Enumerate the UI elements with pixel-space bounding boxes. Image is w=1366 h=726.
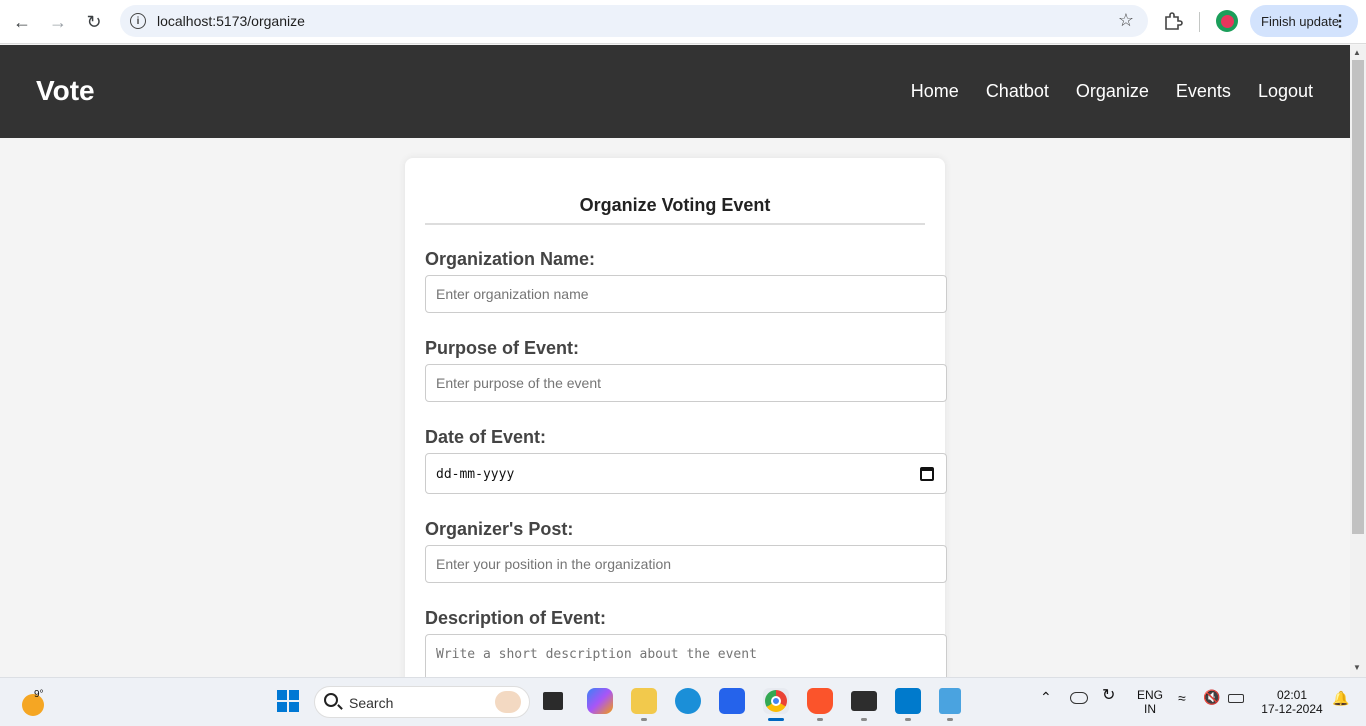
chrome-active-indicator	[768, 718, 784, 721]
brave-running-indicator	[817, 718, 823, 721]
file-explorer-icon[interactable]	[631, 688, 657, 714]
form-title: Organize Voting Event	[425, 195, 925, 225]
windows-taskbar: 9° Search ⌃ ↻ ENG IN ≈ 🔇 02:01 17-12-202…	[0, 677, 1366, 726]
task-view-icon[interactable]	[543, 692, 563, 710]
nav-link-logout[interactable]: Logout	[1258, 81, 1313, 102]
post-label: Organizer's Post:	[425, 519, 574, 539]
finish-update-label: Finish update	[1261, 13, 1340, 29]
address-bar[interactable]: i localhost:5173/organize ☆	[120, 5, 1148, 37]
terminal-running-indicator	[861, 718, 867, 721]
scrollbar-thumb[interactable]	[1352, 60, 1364, 534]
chrome-center-icon	[771, 696, 781, 706]
chrome-active-tile[interactable]	[763, 688, 789, 714]
finish-update-button[interactable]: Finish update ⋮	[1250, 5, 1358, 37]
language-indicator[interactable]: ENG IN	[1136, 688, 1164, 716]
profile-avatar[interactable]	[1216, 10, 1238, 32]
post-input[interactable]	[425, 545, 947, 583]
scroll-up-arrow-icon[interactable]: ▲	[1353, 48, 1361, 57]
search-highlight-icon	[495, 691, 521, 713]
tray-overflow-chevron-icon[interactable]: ⌃	[1040, 690, 1052, 704]
notepad-running-indicator	[947, 718, 953, 721]
nav-menu: Home Chatbot Organize Events Logout	[884, 81, 1313, 102]
nav-link-organize[interactable]: Organize	[1076, 81, 1149, 102]
scroll-down-arrow-icon[interactable]: ▼	[1353, 663, 1361, 672]
more-menu-icon[interactable]: ⋮	[1332, 11, 1348, 31]
vscode-icon[interactable]	[895, 688, 921, 714]
clock[interactable]: 02:01 17-12-2024	[1258, 688, 1326, 716]
explorer-running-indicator	[641, 718, 647, 721]
language-code: ENG	[1136, 688, 1163, 702]
notepad-icon[interactable]	[939, 688, 961, 714]
date-label: Date of Event:	[425, 427, 547, 447]
organize-form-card: Organize Voting Event Organization Name:…	[405, 158, 947, 704]
store-icon[interactable]	[719, 688, 745, 714]
edge-browser-icon[interactable]	[675, 688, 701, 714]
app-navbar: Vote Home Chatbot Organize Events Logout	[0, 45, 1350, 138]
extensions-puzzle-icon[interactable]	[1162, 10, 1184, 32]
org-name-input[interactable]	[425, 275, 947, 313]
language-region: IN	[1144, 702, 1156, 716]
org-name-label: Organization Name:	[425, 249, 596, 269]
wifi-icon[interactable]: ≈	[1178, 691, 1186, 705]
taskbar-search-label: Search	[349, 695, 394, 711]
vscode-running-indicator	[905, 718, 911, 721]
sync-update-icon[interactable]: ↻	[1102, 688, 1115, 704]
clock-time: 02:01	[1276, 688, 1308, 702]
site-info-icon[interactable]: i	[130, 13, 146, 29]
copilot-icon[interactable]	[587, 688, 613, 714]
toolbar-divider	[1199, 12, 1200, 32]
description-label: Description of Event:	[425, 608, 607, 628]
nav-link-events[interactable]: Events	[1176, 81, 1231, 102]
back-arrow-icon[interactable]: ←	[8, 8, 36, 36]
date-placeholder: dd-mm-yyyy	[436, 467, 515, 482]
brand-logo[interactable]: Vote	[36, 75, 95, 107]
weather-temperature: 9°	[34, 689, 44, 700]
forward-arrow-icon[interactable]: →	[44, 8, 72, 36]
search-icon	[324, 693, 338, 707]
date-input[interactable]: dd-mm-yyyy	[425, 453, 947, 494]
taskbar-search-box[interactable]: Search	[314, 686, 530, 718]
reload-icon[interactable]: ↻	[80, 8, 108, 36]
nav-link-home[interactable]: Home	[911, 81, 959, 102]
battery-icon[interactable]	[1228, 694, 1244, 703]
windows-start-icon[interactable]	[275, 688, 301, 714]
bookmark-star-icon[interactable]: ☆	[1118, 10, 1134, 31]
browser-toolbar: ← → ↻ i localhost:5173/organize ☆ Finish…	[0, 0, 1366, 44]
address-url[interactable]: localhost:5173/organize	[157, 13, 305, 29]
purpose-input[interactable]	[425, 364, 947, 402]
volume-muted-icon[interactable]: 🔇	[1203, 690, 1220, 704]
clock-date: 17-12-2024	[1261, 702, 1323, 716]
terminal-icon[interactable]	[851, 691, 877, 711]
calendar-icon[interactable]	[920, 467, 934, 481]
notification-bell-icon[interactable]: 🔔	[1332, 691, 1349, 705]
onedrive-cloud-icon[interactable]	[1070, 692, 1088, 704]
brave-browser-icon[interactable]	[807, 688, 833, 714]
purpose-label: Purpose of Event:	[425, 338, 580, 358]
nav-link-chatbot[interactable]: Chatbot	[986, 81, 1049, 102]
